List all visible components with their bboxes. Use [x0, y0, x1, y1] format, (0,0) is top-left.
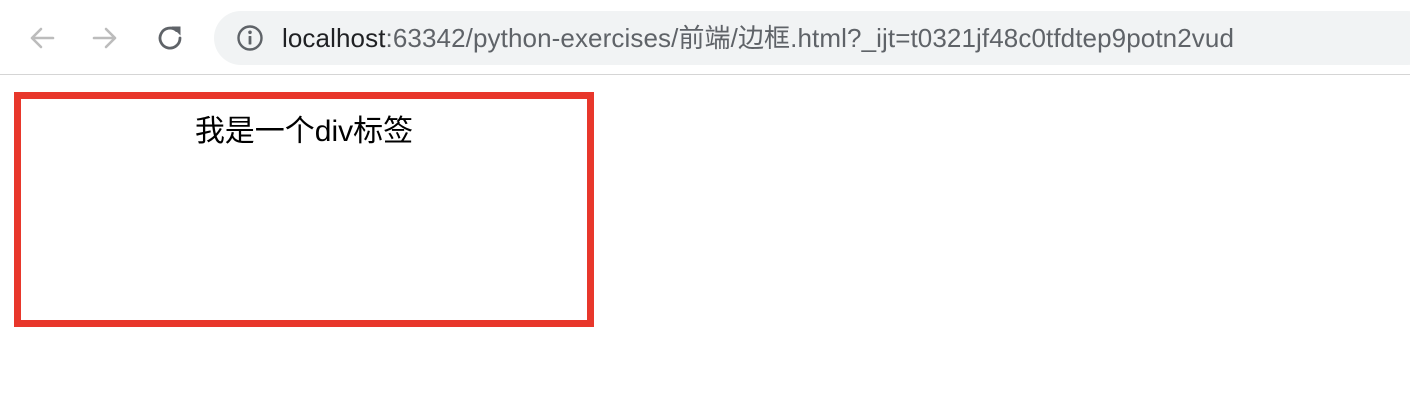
reload-button[interactable]: [152, 20, 188, 56]
reload-icon: [158, 26, 182, 50]
arrow-left-icon: [30, 27, 55, 49]
arrow-right-icon: [92, 27, 117, 49]
back-button[interactable]: [24, 20, 60, 56]
browser-toolbar: localhost:63342/python-exercises/前端/边框.h…: [0, 0, 1410, 75]
address-bar[interactable]: localhost:63342/python-exercises/前端/边框.h…: [214, 11, 1410, 65]
info-icon[interactable]: [236, 24, 264, 52]
url-host: localhost: [282, 23, 386, 53]
bordered-div: 我是一个div标签: [14, 92, 594, 327]
page-content: 我是一个div标签: [0, 76, 1410, 408]
address-url[interactable]: localhost:63342/python-exercises/前端/边框.h…: [282, 23, 1234, 53]
forward-button[interactable]: [87, 20, 123, 56]
url-path: :63342/python-exercises/前端/边框.html?_ijt=…: [385, 23, 1235, 53]
div-text: 我是一个div标签: [194, 115, 414, 148]
